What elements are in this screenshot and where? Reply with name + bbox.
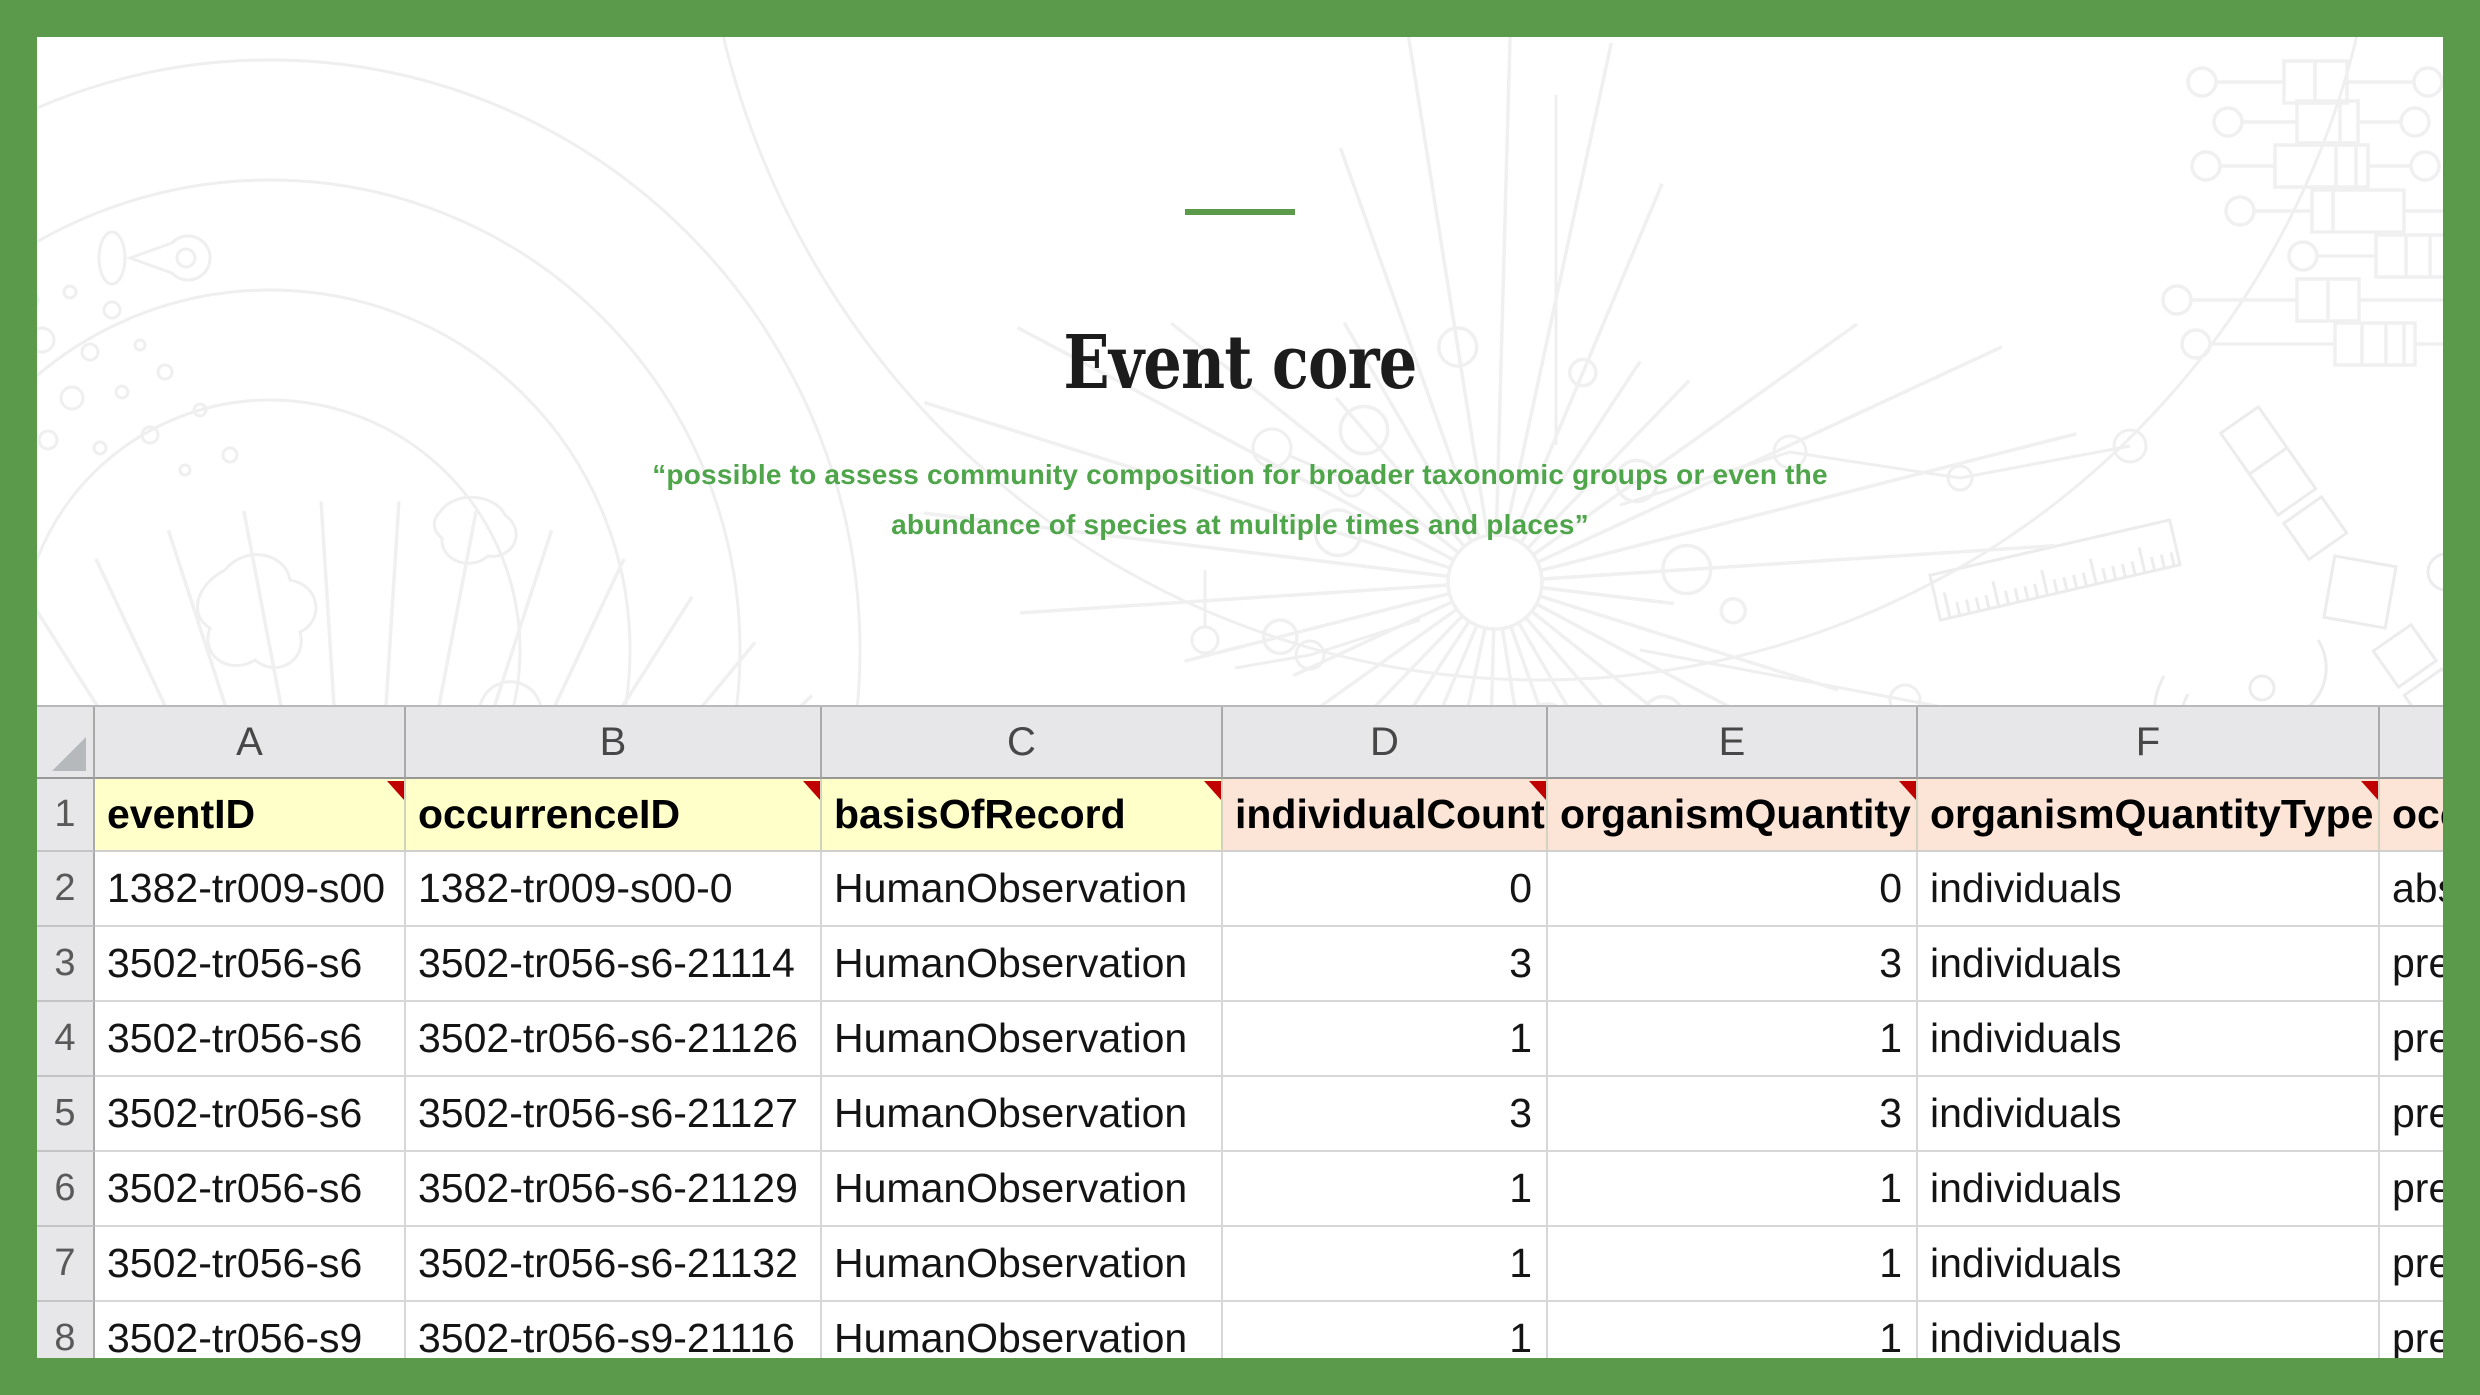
field-header-eventID: eventID	[95, 779, 406, 852]
select-all-triangle-icon	[52, 737, 86, 771]
column-letter-D: D	[1223, 707, 1548, 779]
row-number-1: 1	[37, 779, 95, 852]
cell-G7: prese	[2380, 1227, 2480, 1302]
cell-D6: 1	[1223, 1152, 1548, 1227]
cell-E7: 1	[1548, 1227, 1918, 1302]
cell-C8: HumanObservation	[822, 1302, 1223, 1377]
field-header-organismQuantityType: organismQuantityType	[1918, 779, 2380, 852]
row-number-4: 4	[37, 1002, 95, 1077]
select-all-corner	[37, 707, 95, 779]
cell-F5: individuals	[1918, 1077, 2380, 1152]
comment-indicator-icon	[1204, 781, 1221, 800]
cell-D7: 1	[1223, 1227, 1548, 1302]
cell-E5: 3	[1548, 1077, 1918, 1152]
field-header-organismQuantity: organismQuantity	[1548, 779, 1918, 852]
cell-B8: 3502-tr056-s9-21116	[406, 1302, 822, 1377]
slide-quote-line2: abundance of species at multiple times a…	[0, 500, 2480, 550]
cell-A8: 3502-tr056-s9	[95, 1302, 406, 1377]
cell-G2: abse	[2380, 852, 2480, 927]
cell-C5: HumanObservation	[822, 1077, 1223, 1152]
cell-F8: individuals	[1918, 1302, 2380, 1377]
cell-G5: prese	[2380, 1077, 2480, 1152]
cell-E8: 1	[1548, 1302, 1918, 1377]
cell-D2: 0	[1223, 852, 1548, 927]
cell-D4: 1	[1223, 1002, 1548, 1077]
comment-indicator-icon	[1529, 781, 1546, 800]
row-number-7: 7	[37, 1227, 95, 1302]
comment-indicator-icon	[2361, 781, 2378, 800]
cell-A4: 3502-tr056-s6	[95, 1002, 406, 1077]
cell-B4: 3502-tr056-s6-21126	[406, 1002, 822, 1077]
comment-indicator-icon	[803, 781, 820, 800]
cell-E2: 0	[1548, 852, 1918, 927]
cell-F3: individuals	[1918, 927, 2380, 1002]
row-number-2: 2	[37, 852, 95, 927]
cell-A6: 3502-tr056-s6	[95, 1152, 406, 1227]
cell-C7: HumanObservation	[822, 1227, 1223, 1302]
cell-C3: HumanObservation	[822, 927, 1223, 1002]
slide-quote: “possible to assess community compositio…	[0, 450, 2480, 550]
cell-F2: individuals	[1918, 852, 2380, 927]
cell-F7: individuals	[1918, 1227, 2380, 1302]
field-header-occu: occu	[2380, 779, 2480, 852]
field-header-individualCount: individualCount	[1223, 779, 1548, 852]
cell-F4: individuals	[1918, 1002, 2380, 1077]
cell-D5: 3	[1223, 1077, 1548, 1152]
cell-F6: individuals	[1918, 1152, 2380, 1227]
cell-B5: 3502-tr056-s6-21127	[406, 1077, 822, 1152]
column-letter-E: E	[1548, 707, 1918, 779]
column-letter-C: C	[822, 707, 1223, 779]
cell-A7: 3502-tr056-s6	[95, 1227, 406, 1302]
cell-G3: prese	[2380, 927, 2480, 1002]
cell-E4: 1	[1548, 1002, 1918, 1077]
cell-C6: HumanObservation	[822, 1152, 1223, 1227]
field-header-basisOfRecord: basisOfRecord	[822, 779, 1223, 852]
cell-A2: 1382-tr009-s00	[95, 852, 406, 927]
column-letter-F: F	[1918, 707, 2380, 779]
row-number-3: 3	[37, 927, 95, 1002]
cell-D3: 3	[1223, 927, 1548, 1002]
column-letter-B: B	[406, 707, 822, 779]
cell-A3: 3502-tr056-s6	[95, 927, 406, 1002]
cell-C4: HumanObservation	[822, 1002, 1223, 1077]
column-letter-partial	[2380, 707, 2480, 779]
field-header-occurrenceID: occurrenceID	[406, 779, 822, 852]
slide: Event core “possible to assess community…	[0, 0, 2480, 1395]
cell-G8: prese	[2380, 1302, 2480, 1377]
slide-quote-line1: “possible to assess community compositio…	[0, 450, 2480, 500]
row-number-8: 8	[37, 1302, 95, 1377]
cell-G6: prese	[2380, 1152, 2480, 1227]
cell-E3: 3	[1548, 927, 1918, 1002]
cell-A5: 3502-tr056-s6	[95, 1077, 406, 1152]
cell-G4: prese	[2380, 1002, 2480, 1077]
comment-indicator-icon	[387, 781, 404, 800]
cell-B6: 3502-tr056-s6-21129	[406, 1152, 822, 1227]
column-letter-A: A	[95, 707, 406, 779]
accent-line	[1185, 209, 1295, 215]
cell-B2: 1382-tr009-s00-0	[406, 852, 822, 927]
row-number-6: 6	[37, 1152, 95, 1227]
cell-C2: HumanObservation	[822, 852, 1223, 927]
slide-title: Event core	[223, 320, 2257, 406]
spreadsheet-screenshot: ABCDEF1eventIDoccurrenceIDbasisOfRecordi…	[37, 705, 2480, 1377]
row-number-5: 5	[37, 1077, 95, 1152]
cell-E6: 1	[1548, 1152, 1918, 1227]
comment-indicator-icon	[1899, 781, 1916, 800]
cell-D8: 1	[1223, 1302, 1548, 1377]
cell-B3: 3502-tr056-s6-21114	[406, 927, 822, 1002]
cell-B7: 3502-tr056-s6-21132	[406, 1227, 822, 1302]
